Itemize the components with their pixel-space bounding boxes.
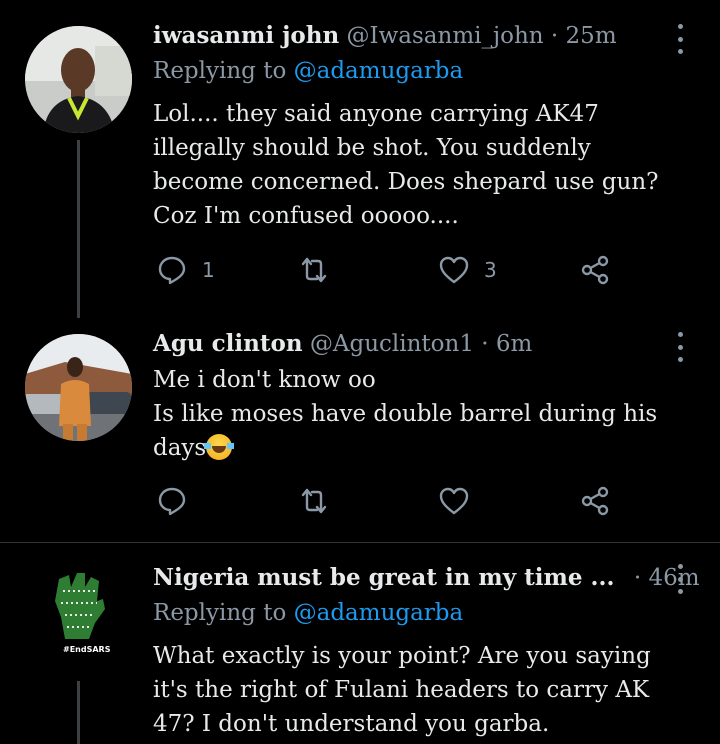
reply-button[interactable] — [156, 483, 188, 519]
avatar[interactable] — [25, 26, 132, 133]
display-name[interactable]: Nigeria must be great in my time ... — [153, 564, 615, 591]
tweet-text-line: Lol.... they said anyone carrying AK47 — [153, 101, 599, 127]
tweet-header: Nigeria must be great in my time ... · 4… — [153, 564, 700, 591]
tweet-header: Agu clinton @Aguclinton1 · 6m — [153, 330, 532, 357]
tweet-1[interactable]: iwasanmi john @Iwasanmi_john · 25m Reply… — [0, 0, 720, 318]
share-button[interactable] — [579, 252, 611, 288]
display-name[interactable]: iwasanmi john — [153, 22, 339, 49]
share-button[interactable] — [579, 483, 611, 519]
share-icon — [581, 486, 609, 516]
tweet-text-word: days — [153, 435, 207, 461]
reply-icon — [158, 487, 186, 516]
mention-link[interactable]: @adamugarba — [294, 600, 464, 626]
tweet-text-line: days — [153, 431, 698, 465]
avatar[interactable] — [25, 334, 132, 441]
more-options-icon[interactable] — [670, 564, 690, 594]
separator-dot: · — [550, 23, 559, 49]
tweet-text: Lol.... they said anyone carrying AK47 i… — [153, 97, 698, 233]
user-handle[interactable]: @Iwasanmi_john — [347, 23, 544, 49]
tweet-text-line: What exactly is your point? Are you sayi… — [153, 643, 651, 669]
like-count: 3 — [484, 258, 497, 282]
retweet-icon — [301, 257, 327, 283]
avatar[interactable]: #EndSARS — [25, 557, 132, 664]
tweet-text-line: Me i don't know oo — [153, 367, 376, 393]
tweet-text-line: Is like moses have double barrel during … — [153, 401, 658, 427]
display-name[interactable]: Agu clinton — [153, 330, 303, 357]
tweet-text-line: Coz I'm confused ooooo.... — [153, 203, 459, 229]
tweet-text-line: become concerned. Does shepard use gun? — [153, 169, 659, 195]
replying-to-label: Replying to — [153, 58, 287, 84]
tweet-text-line: illegally should be shot. You suddenly — [153, 135, 591, 161]
tweet-text: Me i don't know oo Is like moses have do… — [153, 363, 698, 465]
replying-to: Replying to @adamugarba — [153, 600, 463, 626]
mention-link[interactable]: @adamugarba — [294, 58, 464, 84]
retweet-button[interactable] — [298, 252, 330, 288]
like-button[interactable] — [438, 483, 470, 519]
reply-button[interactable]: 1 — [156, 252, 215, 288]
tweet-text-line: it's the right of Fulani headers to carr… — [153, 677, 650, 703]
tweet-header: iwasanmi john @Iwasanmi_john · 25m — [153, 22, 617, 49]
heart-icon — [439, 256, 469, 284]
avatar-caption: #EndSARS — [63, 645, 111, 654]
tweet-text: What exactly is your point? Are you sayi… — [153, 639, 698, 741]
tweet-text-line: 47? I don't understand you garba. — [153, 711, 550, 737]
replying-to-label: Replying to — [153, 600, 287, 626]
reply-count: 1 — [202, 258, 215, 282]
separator-dot: · — [481, 331, 489, 357]
thread-line — [77, 140, 80, 318]
retweet-icon — [301, 488, 327, 514]
timestamp[interactable]: 6m — [496, 331, 532, 357]
retweet-button[interactable] — [298, 483, 330, 519]
more-options-icon[interactable] — [670, 24, 690, 54]
tweet-actions: 1 3 — [153, 252, 623, 288]
separator-dot: · — [633, 565, 642, 591]
tweet-3[interactable]: #EndSARS Nigeria must be great in my tim… — [0, 543, 720, 744]
user-handle[interactable]: @Aguclinton1 — [310, 331, 474, 357]
replying-to: Replying to @adamugarba — [153, 58, 463, 84]
more-options-icon[interactable] — [670, 332, 690, 362]
heart-icon — [439, 487, 469, 515]
share-icon — [581, 255, 609, 285]
laughing-emoji-icon — [204, 434, 235, 460]
reply-icon — [158, 256, 186, 285]
thread-line — [77, 681, 80, 744]
tweet-2[interactable]: Agu clinton @Aguclinton1 · 6m Me i don't… — [0, 318, 720, 542]
tweet-actions — [153, 483, 623, 519]
timestamp[interactable]: 25m — [566, 23, 617, 49]
like-button[interactable]: 3 — [438, 252, 497, 288]
